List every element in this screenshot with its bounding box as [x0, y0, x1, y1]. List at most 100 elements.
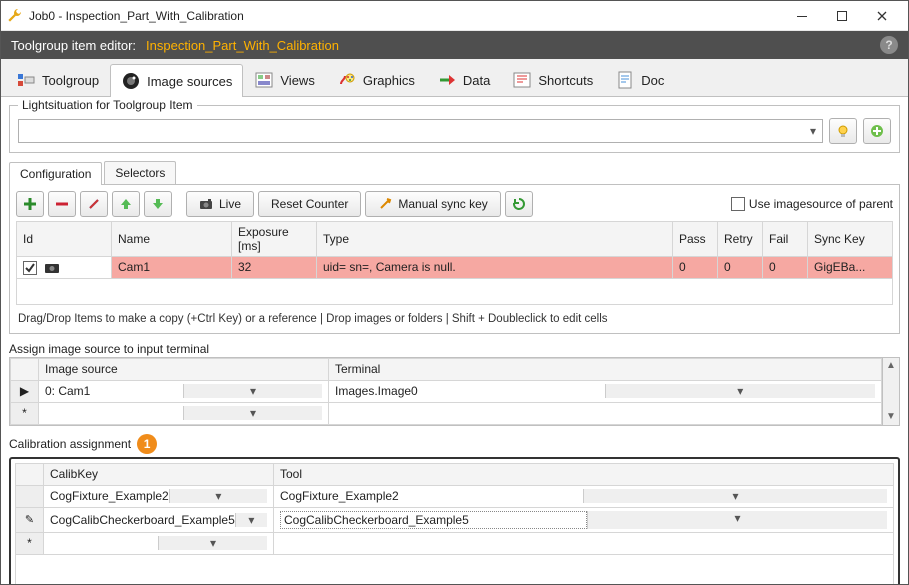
cell-name[interactable]: Cam1 [112, 257, 232, 279]
col-tool[interactable]: Tool [274, 463, 894, 485]
tab-doc[interactable]: Doc [604, 63, 675, 96]
col-terminal[interactable]: Terminal [329, 358, 882, 380]
cell-retry[interactable]: 0 [718, 257, 763, 279]
tool-combo[interactable]: CogFixture_Example2▾ [280, 489, 887, 503]
table-row[interactable]: * ▾ [11, 402, 882, 424]
tab-toolgroup-label: Toolgroup [42, 73, 99, 88]
col-pass[interactable]: Pass [673, 222, 718, 257]
tools-button[interactable] [80, 191, 108, 217]
assign-panel: Image source Terminal ▶ 0: Cam1▾ Images.… [9, 357, 900, 426]
editor-header-label: Toolgroup item editor: [11, 38, 136, 53]
add-light-button[interactable] [863, 118, 891, 144]
reset-counter-button[interactable]: Reset Counter [258, 191, 361, 217]
row-marker: ▶ [11, 380, 39, 402]
move-up-button[interactable] [112, 191, 140, 217]
source-combo[interactable]: 0: Cam1▾ [45, 384, 322, 398]
lightsituation-group: Lightsituation for Toolgroup Item ▾ [9, 105, 900, 153]
edit-icon: ✎ [16, 507, 44, 532]
doc-icon [615, 70, 635, 90]
assign-grid[interactable]: Image source Terminal ▶ 0: Cam1▾ Images.… [10, 358, 882, 425]
window-title: Job0 - Inspection_Part_With_Calibration [29, 9, 782, 23]
subtab-configuration[interactable]: Configuration [9, 162, 102, 185]
live-button[interactable]: Live [186, 191, 254, 217]
col-exposure[interactable]: Exposure [ms] [232, 222, 317, 257]
editor-header-name: Inspection_Part_With_Calibration [146, 38, 339, 53]
shortcuts-icon [512, 70, 532, 90]
cell-fail[interactable]: 0 [763, 257, 808, 279]
tab-data-label: Data [463, 73, 490, 88]
sync-icon [378, 197, 392, 211]
table-row[interactable]: ✎ CogCalibCheckerboard_Example5▾ CogCali… [16, 507, 894, 532]
source-combo[interactable]: ▾ [45, 406, 322, 420]
col-image-source[interactable]: Image source [39, 358, 329, 380]
tab-data[interactable]: Data [426, 63, 501, 96]
refresh-button[interactable] [505, 191, 533, 217]
col-type[interactable]: Type [317, 222, 673, 257]
table-row[interactable]: Cam1 32 uid= sn=, Camera is null. 0 0 0 … [17, 257, 893, 279]
camera-icon [44, 262, 60, 274]
scroll-down-icon[interactable]: ▼ [884, 410, 898, 424]
lightsituation-title: Lightsituation for Toolgroup Item [18, 98, 197, 112]
data-icon [437, 70, 457, 90]
tab-graphics-label: Graphics [363, 73, 415, 88]
col-synckey[interactable]: Sync Key [808, 222, 893, 257]
tab-shortcuts[interactable]: Shortcuts [501, 63, 604, 96]
calibkey-combo[interactable]: CogFixture_Example2▾ [50, 489, 267, 503]
tool-combo[interactable]: CogCalibCheckerboard_Example5▾ [280, 511, 887, 529]
titlebar: Job0 - Inspection_Part_With_Calibration [1, 1, 908, 31]
col-fail[interactable]: Fail [763, 222, 808, 257]
tab-graphics[interactable]: Graphics [326, 63, 426, 96]
remove-button[interactable] [48, 191, 76, 217]
graphics-icon [337, 70, 357, 90]
assign-title: Assign image source to input terminal [9, 342, 900, 356]
row-marker: * [16, 532, 44, 554]
tab-shortcuts-label: Shortcuts [538, 73, 593, 88]
add-button[interactable] [16, 191, 44, 217]
maximize-button[interactable] [822, 2, 862, 30]
cell-type[interactable]: uid= sn=, Camera is null. [317, 257, 673, 279]
wrench-icon [7, 8, 23, 24]
calibkey-combo[interactable]: CogCalibCheckerboard_Example5▾ [50, 513, 267, 527]
use-parent-checkbox[interactable]: Use imagesource of parent [731, 197, 893, 211]
bulb-button[interactable] [829, 118, 857, 144]
scrollbar[interactable]: ▲ ▼ [882, 358, 899, 425]
move-down-button[interactable] [144, 191, 172, 217]
col-retry[interactable]: Retry [718, 222, 763, 257]
cell-synckey[interactable]: GigEBa... [808, 257, 893, 279]
minimize-button[interactable] [782, 2, 822, 30]
table-row[interactable]: CogFixture_Example2▾ CogFixture_Example2… [16, 485, 894, 507]
views-icon [254, 70, 274, 90]
calibkey-combo[interactable]: ▾ [50, 536, 267, 550]
col-calibkey[interactable]: CalibKey [44, 463, 274, 485]
table-row[interactable]: * ▾ [16, 532, 894, 554]
col-id[interactable]: Id [17, 222, 112, 257]
row-checkbox[interactable] [23, 261, 37, 275]
tab-toolgroup[interactable]: Toolgroup [5, 63, 110, 96]
manual-sync-button[interactable]: Manual sync key [365, 191, 500, 217]
use-parent-label: Use imagesource of parent [749, 197, 893, 211]
help-icon[interactable]: ? [880, 36, 898, 54]
terminal-combo[interactable]: Images.Image0▾ [335, 384, 875, 398]
tab-image-sources-label: Image sources [147, 74, 232, 89]
subtab-selectors[interactable]: Selectors [104, 161, 176, 184]
calibration-grid[interactable]: CalibKey Tool CogFixture_Example2▾ CogFi… [15, 463, 894, 584]
tab-views-label: Views [280, 73, 314, 88]
tab-doc-label: Doc [641, 73, 664, 88]
calibration-panel: CalibKey Tool CogFixture_Example2▾ CogFi… [9, 457, 900, 584]
toolgroup-icon [16, 70, 36, 90]
ribbon-tabs: Toolgroup Image sources Views Graphics D… [1, 59, 908, 97]
tab-image-sources[interactable]: Image sources [110, 64, 243, 97]
lightsituation-combo[interactable]: ▾ [18, 119, 823, 143]
config-area: Configuration Selectors Live Reset Count… [9, 161, 900, 334]
cell-exposure[interactable]: 32 [232, 257, 317, 279]
calibration-title: Calibration assignment [9, 437, 131, 451]
live-label: Live [219, 197, 241, 211]
sources-grid[interactable]: Id Name Exposure [ms] Type Pass Retry Fa… [16, 221, 893, 305]
col-name[interactable]: Name [112, 222, 232, 257]
close-button[interactable] [862, 2, 902, 30]
table-row[interactable]: ▶ 0: Cam1▾ Images.Image0▾ [11, 380, 882, 402]
tab-views[interactable]: Views [243, 63, 325, 96]
scroll-up-icon[interactable]: ▲ [884, 359, 898, 373]
cell-pass[interactable]: 0 [673, 257, 718, 279]
editor-header: Toolgroup item editor: Inspection_Part_W… [1, 31, 908, 59]
